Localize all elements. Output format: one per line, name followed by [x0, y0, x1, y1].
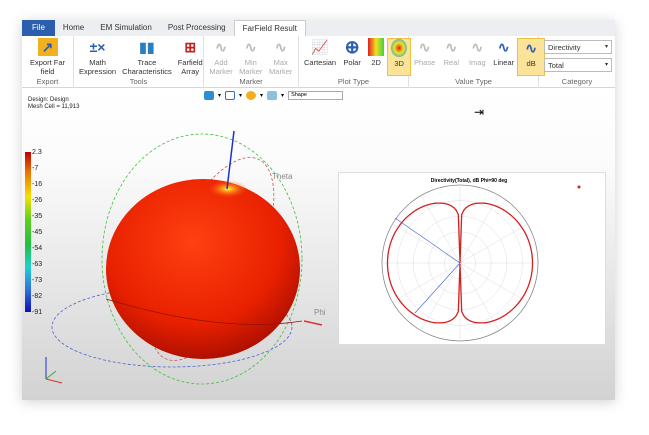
- 3d-button[interactable]: 3D: [387, 38, 412, 76]
- trace-characteristics-button[interactable]: ▮▮ Trace Characteristics: [119, 38, 175, 77]
- array-icon: ⊞: [184, 38, 197, 55]
- tab-farfield-result[interactable]: FarField Result: [233, 20, 306, 36]
- group-tools: ±× Math Expression ▮▮ Trace Characteristic…: [74, 36, 204, 88]
- polar-button[interactable]: ⊕ Polar: [339, 38, 365, 76]
- math-expression-button[interactable]: ±× Math Expression: [76, 38, 119, 77]
- grid-spoke: [459, 223, 528, 264]
- phi-label: Phi: [314, 308, 326, 317]
- cartesian-button[interactable]: 📈 Cartesian: [301, 38, 339, 76]
- max-marker-button[interactable]: ∿ Max Marker: [265, 38, 296, 77]
- export-far-field-button[interactable]: ↗ Export Far field: [24, 38, 71, 76]
- export-icon: ↗: [37, 38, 58, 56]
- component-select[interactable]: Total: [544, 58, 612, 72]
- tab-em-simulation[interactable]: EM Simulation: [92, 20, 160, 36]
- quantity-select[interactable]: Directivity: [544, 40, 612, 54]
- cursor-line: [414, 262, 461, 314]
- group-marker: ∿ Add Marker ∿ Min Marker ∿ Max Marker Mark…: [204, 36, 299, 88]
- heatmap-icon: [368, 38, 385, 56]
- ribbon-tabs: File Home EM Simulation Post Processing …: [22, 20, 615, 36]
- linear-button[interactable]: ∿ Linear: [490, 38, 517, 76]
- tab-home[interactable]: Home: [55, 20, 92, 36]
- add-marker-button[interactable]: ∿ Add Marker: [206, 38, 236, 77]
- linear-icon: ∿: [497, 38, 510, 55]
- math-icon: ±×: [89, 38, 106, 55]
- 3d-viewport[interactable]: Design: Design Mesh Cell = 11,913 ▾ ▾ ▾ ▾…: [22, 89, 615, 400]
- grid-spoke: [392, 223, 461, 264]
- farfield-array-button[interactable]: ⊞ Farfield Array: [175, 38, 206, 77]
- cursor-line: [394, 217, 461, 264]
- legend-marker: [577, 185, 581, 189]
- polar-chart: Directivity(Total), dB Phi=90 deg: [381, 178, 581, 342]
- group-plot-type: 📈 Cartesian ⊕ Polar 2D 3D Plot Type: [299, 36, 412, 88]
- real-button[interactable]: ∿ Real: [438, 38, 464, 76]
- tab-file[interactable]: File: [22, 20, 55, 36]
- polar-plot-panel[interactable]: Directivity(Total), dB Phi=90 deg: [338, 172, 606, 345]
- wave-max-icon: ∿: [274, 38, 287, 55]
- group-value-type: ∿ Phase ∿ Real ∿ Imag ∿ Linear ∿ dB Value Typ…: [409, 36, 546, 88]
- app-window: File Home EM Simulation Post Processing …: [22, 20, 615, 400]
- radiation-sphere: [106, 179, 300, 359]
- group-export: ↗ Export Far field Export: [22, 36, 74, 88]
- axis-triad: [45, 357, 63, 384]
- tab-post-processing[interactable]: Post Processing: [160, 20, 234, 36]
- ribbon: ↗ Export Far field Export ±× Math Expressi…: [22, 36, 615, 88]
- phase-button[interactable]: ∿ Phase: [411, 38, 438, 76]
- 2d-button[interactable]: 2D: [365, 38, 387, 76]
- imag-button[interactable]: ∿ Imag: [464, 38, 490, 76]
- theta-label: Theta: [272, 172, 293, 181]
- grid-spoke: [459, 262, 528, 303]
- group-category: Directivity Total Category: [539, 36, 615, 88]
- wave-icon: ∿: [215, 38, 227, 55]
- wave-min-icon: ∿: [244, 38, 257, 55]
- phase-icon: ∿: [418, 38, 431, 55]
- x-axis: [303, 320, 323, 326]
- grid-spoke: [392, 262, 461, 303]
- cartesian-icon: 📈: [311, 38, 329, 55]
- min-marker-button[interactable]: ∿ Min Marker: [236, 38, 265, 77]
- bar-chart-icon: ▮▮: [139, 38, 155, 55]
- chart-title: Directivity(Total), dB Phi=90 deg: [431, 178, 507, 184]
- 3d-pattern-icon: [391, 39, 408, 57]
- imag-icon: ∿: [471, 38, 484, 55]
- real-icon: ∿: [445, 38, 458, 55]
- polar-icon: ⊕: [344, 36, 360, 57]
